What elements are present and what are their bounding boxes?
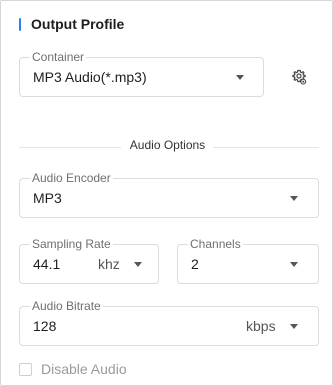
accent-bar [19, 17, 21, 31]
chevron-down-icon [290, 196, 298, 201]
panel-title: Output Profile [31, 16, 125, 32]
chevron-down-icon [290, 262, 298, 267]
sampling-rate-label: Sampling Rate [30, 237, 113, 251]
output-profile-panel: Output Profile Container MP3 Audio(*.mp3… [0, 0, 333, 386]
audio-encoder-select[interactable]: Audio Encoder MP3 [19, 171, 319, 218]
sampling-rate-select[interactable]: Sampling Rate 44.1 khz [19, 237, 159, 284]
sampling-rate-value: 44.1 [33, 256, 61, 272]
channels-select[interactable]: Channels 2 [177, 237, 319, 284]
audio-encoder-value: MP3 [33, 190, 62, 206]
chevron-down-icon [236, 75, 244, 80]
audio-bitrate-value: 128 [33, 318, 57, 334]
container-label: Container [30, 50, 87, 64]
audio-bitrate-unit: kbps [246, 318, 276, 334]
chevron-down-icon [134, 262, 142, 267]
audio-encoder-label: Audio Encoder [30, 171, 113, 185]
container-settings-button[interactable] [291, 69, 307, 85]
disable-audio-checkbox[interactable] [19, 362, 32, 376]
gear-icon [292, 69, 307, 85]
audio-bitrate-label: Audio Bitrate [30, 299, 103, 313]
channels-value: 2 [191, 256, 199, 272]
sampling-rate-unit: khz [98, 256, 120, 272]
chevron-down-icon [290, 324, 298, 329]
audio-bitrate-select[interactable]: Audio Bitrate 128 kbps [19, 299, 319, 346]
section-title-audio-options: Audio Options [129, 138, 206, 152]
container-value: MP3 Audio(*.mp3) [33, 69, 147, 85]
divider-right [213, 147, 319, 148]
channels-label: Channels [188, 237, 243, 251]
panel-header: Output Profile [19, 16, 124, 32]
disable-audio-row[interactable]: Disable Audio [19, 361, 127, 377]
disable-audio-label: Disable Audio [41, 361, 127, 377]
container-select[interactable]: Container MP3 Audio(*.mp3) [19, 50, 264, 97]
